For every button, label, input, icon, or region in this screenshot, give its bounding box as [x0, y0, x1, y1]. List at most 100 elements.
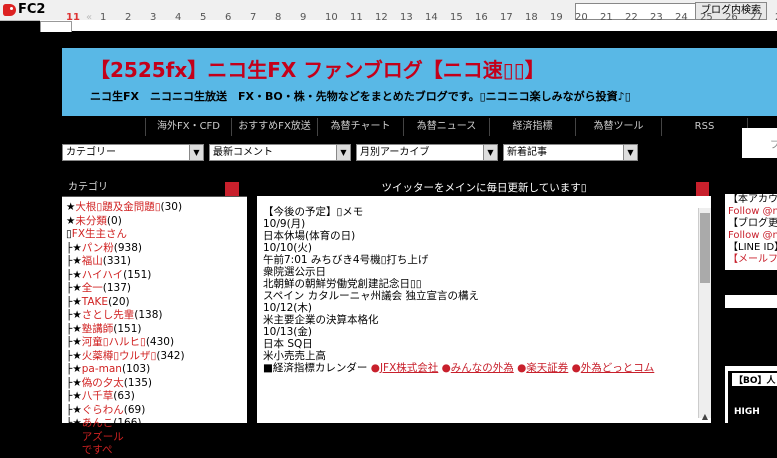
calendar-day-link[interactable]: 4 [175, 12, 200, 28]
bo-ad-box[interactable]: 【BO】人 HIGH [725, 366, 777, 423]
blog-header-banner[interactable]: 【2525fx】ニコ生FX ファンブログ【ニコ速▯▯】 ニコ生FX ニコニコ生放… [62, 48, 777, 116]
nav-menu-item[interactable]: おすすめFX放送 [232, 118, 318, 136]
broker-link[interactable]: JFX株式会社 [380, 362, 438, 374]
nav-menu-item[interactable]: 為替ツール [576, 118, 662, 136]
calendar-day-link[interactable]: 11 [350, 12, 375, 28]
category-name[interactable]: pa-man [82, 363, 122, 375]
monthly-archive-select[interactable]: 月別アーカイブ ▼ [356, 144, 498, 161]
category-item[interactable]: ├★福山(331) [66, 255, 247, 269]
new-posts-select[interactable]: 新着記事 ▼ [503, 144, 638, 161]
category-name[interactable]: ぐらわん [82, 404, 124, 416]
category-item[interactable]: ├★ぐらわん(69) [66, 404, 247, 418]
category-name[interactable]: パン粉 [82, 242, 114, 254]
category-name[interactable]: 未分類 [75, 215, 107, 227]
broker-link[interactable]: 楽天証券 [526, 362, 568, 374]
category-name[interactable]: アズール [82, 431, 124, 443]
calendar-day-link[interactable]: 23 [650, 12, 675, 28]
article-scrollbar[interactable]: ▲ [698, 208, 711, 421]
nav-menu-item[interactable]: RSS [662, 118, 748, 136]
category-item[interactable]: ├★pa-man(103) [66, 363, 247, 377]
category-name[interactable]: ハイハイ [82, 269, 123, 281]
prev-month-link[interactable]: « [86, 12, 100, 28]
article-line: 北朝鮮の朝鮮労働党創建記念日▯▯ [263, 278, 422, 290]
calendar-day-link[interactable]: 5 [200, 12, 225, 28]
follow-link[interactable]: Follow @n [725, 230, 777, 242]
broker-link[interactable]: みんなの外為 [451, 362, 514, 374]
category-item[interactable]: ├★偽の夕太(135) [66, 377, 247, 391]
calendar-day-link[interactable]: 6 [225, 12, 250, 28]
category-item[interactable]: ├★ですぺ(124) [66, 444, 247, 458]
mail-form-link[interactable]: 【メールフ [725, 254, 777, 266]
nav-menu-item[interactable]: 海外FX・CFD [145, 118, 232, 136]
category-item[interactable]: ├★ハイハイ(151) [66, 269, 247, 283]
category-item[interactable]: ▯FX生主さん [66, 228, 247, 242]
nav-menu-item[interactable]: 経済指標 [490, 118, 576, 136]
category-item[interactable]: ├★アズール(47) [66, 431, 247, 445]
category-count: (124) [112, 444, 141, 456]
scroll-up-arrow-icon[interactable]: ▲ [699, 412, 711, 421]
calendar-day-link[interactable]: 22 [625, 12, 650, 28]
article-line: 米小売売上高 [263, 350, 326, 362]
calendar-day-link[interactable]: 1 [100, 12, 125, 28]
category-name[interactable]: ですぺ [82, 444, 113, 456]
category-item[interactable]: ├★さとし先輩(138) [66, 309, 247, 323]
category-name[interactable]: 福山 [82, 255, 103, 267]
calendar-day-link[interactable]: 16 [475, 12, 500, 28]
scrollbar-thumb[interactable] [700, 213, 710, 283]
follow-link[interactable]: Follow @n [725, 206, 777, 218]
calendar-day-link[interactable]: 25 [700, 12, 725, 28]
category-name[interactable]: 偽の夕太 [82, 377, 124, 389]
nav-menu-item[interactable]: 為替ニュース [404, 118, 490, 136]
blog-title[interactable]: 【2525fx】ニコ生FX ファンブログ【ニコ速▯▯】 [90, 54, 545, 83]
calendar-day-link[interactable]: 8 [275, 12, 300, 28]
calendar-day-link[interactable]: 15 [450, 12, 475, 28]
category-item[interactable]: ├★TAKE(20) [66, 296, 247, 310]
calendar-day-link[interactable]: 18 [525, 12, 550, 28]
category-item[interactable]: ├★八千草(63) [66, 390, 247, 404]
calendar-day-link[interactable]: 9 [300, 12, 325, 28]
bo-ad-banner[interactable]: 【BO】人 HIGH [728, 371, 777, 423]
category-item[interactable]: ★未分類(0) [66, 215, 247, 229]
calendar-day-link[interactable]: 7 [250, 12, 275, 28]
blog-description: ニコ生FX ニコニコ生放送 FX・BO・株・先物などをまとめたブログです。▯ニコ… [90, 90, 631, 103]
category-item[interactable]: ├★全一(137) [66, 282, 247, 296]
category-name[interactable]: 塾講師 [82, 323, 114, 335]
calendar-day-link[interactable]: 3 [150, 12, 175, 28]
calendar-day-link[interactable]: 13 [400, 12, 425, 28]
calendar-day-link[interactable]: 27 [750, 12, 775, 28]
category-name[interactable]: 火薬樽▯ウルザ▯ [82, 350, 157, 362]
calendar-day-link[interactable]: 2 [125, 12, 150, 28]
category-select[interactable]: カテゴリー ▼ [62, 144, 204, 161]
calendar-day-link[interactable]: 24 [675, 12, 700, 28]
category-count: (430) [145, 336, 175, 348]
category-name[interactable]: 大根▯題及金問題▯ [75, 201, 160, 213]
calendar-day-link[interactable]: 12 [375, 12, 400, 28]
nav-menu-item[interactable]: 為替チャート [318, 118, 404, 136]
fc2-logo[interactable]: FC2 [3, 2, 45, 17]
calendar-day-link[interactable]: 20 [575, 12, 600, 28]
category-name[interactable]: 八千草 [82, 390, 114, 402]
broker-link[interactable]: 外為どっとコム [581, 362, 655, 374]
category-name[interactable]: TAKE [82, 296, 108, 308]
category-name[interactable]: あんこ [82, 417, 114, 429]
article-line: 衆院選公示日 [263, 266, 326, 278]
category-item[interactable]: ★大根▯題及金問題▯(30) [66, 201, 247, 215]
category-item[interactable]: ├★塾講師(151) [66, 323, 247, 337]
category-item[interactable]: ├★火薬樽▯ウルザ▯(342) [66, 350, 247, 364]
category-bullet: ├★ [66, 376, 82, 389]
category-name[interactable]: さとし先輩 [82, 309, 135, 321]
recent-comments-select[interactable]: 最新コメント ▼ [209, 144, 351, 161]
category-item[interactable]: ├★パン粉(938) [66, 242, 247, 256]
category-name[interactable]: 全一 [82, 282, 103, 294]
category-name[interactable]: FX生主さん [72, 228, 127, 240]
calendar-day-link[interactable]: 19 [550, 12, 575, 28]
blog-update-label: 【ブログ更 [728, 218, 777, 229]
calendar-day-link[interactable]: 14 [425, 12, 450, 28]
calendar-day-link[interactable]: 10 [325, 12, 350, 28]
calendar-day-link[interactable]: 17 [500, 12, 525, 28]
category-item[interactable]: ├★あんこ(166) [66, 417, 247, 431]
calendar-day-link[interactable]: 21 [600, 12, 625, 28]
calendar-day-link[interactable]: 26 [725, 12, 750, 28]
category-item[interactable]: ├★河童▯ハルヒ▯(430) [66, 336, 247, 350]
category-name[interactable]: 河童▯ハルヒ▯ [82, 336, 146, 348]
